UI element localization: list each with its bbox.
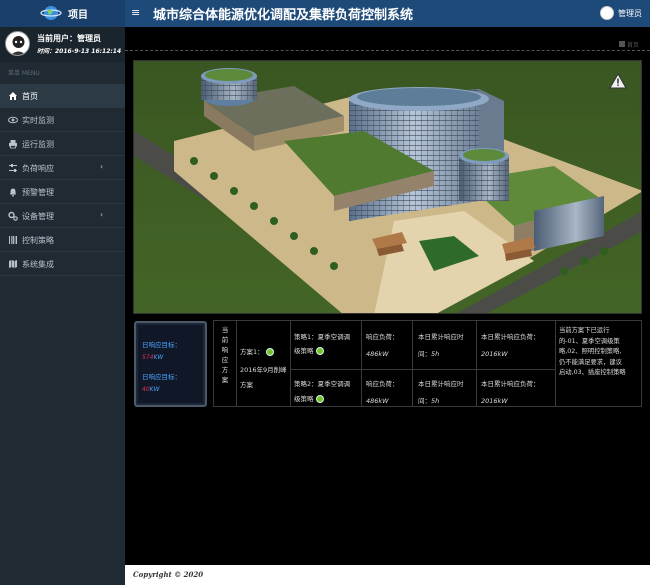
plan-name: 方案1： <box>240 346 274 358</box>
eye-icon <box>8 116 18 124</box>
response-value: 40KW <box>142 386 160 393</box>
strategy-2-name-2: 级策略 <box>294 393 324 405</box>
strategy-1-load-label: 响应负荷： <box>366 333 399 341</box>
plan-type: 方案 <box>240 381 253 389</box>
strategy-1-load-value: 486kW <box>366 350 389 358</box>
warning-icon[interactable] <box>609 73 627 89</box>
sidebar-item-alerts[interactable]: 预警管理 <box>0 180 125 204</box>
sidebar-item-label: 预警管理 <box>22 188 54 197</box>
sidebar-item-realtime[interactable]: 实时监测 <box>0 108 125 132</box>
sidebar-item-control-strategy[interactable]: 控制策略 <box>0 228 125 252</box>
response-target-panel: 日响应目标： 574KW 日响应目标： 40KW <box>134 321 207 407</box>
sidebar-item-integration[interactable]: 系统集成 <box>0 252 125 276</box>
strategy-1-name-2: 级策略 <box>294 345 324 357</box>
copyright: Copyright © 2020 <box>133 570 204 579</box>
menu-header: 菜单 MENU <box>8 70 40 77</box>
breadcrumb-label: 首页 <box>627 42 640 49</box>
strategy-2-total-label: 本日累计响应负荷： <box>481 380 540 388</box>
bell-icon <box>10 188 16 197</box>
chevron-left-icon: ‹ <box>100 210 104 219</box>
brand[interactable]: 项目 <box>0 0 125 27</box>
sidebar-item-label: 首页 <box>22 92 38 101</box>
plan-date: 2016年9月削峰 <box>240 366 287 374</box>
status-dot-icon <box>265 348 274 356</box>
status-dot-icon <box>315 395 324 403</box>
printer-icon <box>9 140 17 149</box>
breadcrumb-divider <box>125 50 650 51</box>
sidebar-item-label: 实时监测 <box>22 116 54 125</box>
profile: 当前用户：管理员 时间：2016-9-13 16:12:14 <box>0 27 125 62</box>
strategy-1-total-label: 本日累计响应负荷： <box>481 333 540 341</box>
breadcrumb[interactable]: 首页 <box>619 40 639 49</box>
user-name: 管理员 <box>618 9 642 18</box>
current-user: 当前用户：管理员 <box>37 34 101 43</box>
footer: Copyright © 2020 <box>125 565 650 585</box>
sidebar-item-label: 设备管理 <box>22 212 54 221</box>
sidebar-menu: 首页 实时监测 运行监测 负荷响应 ‹ 预警管理 设备管理 ‹ 控制策略 系统集… <box>0 84 125 276</box>
chevron-left-icon: ‹ <box>100 162 104 171</box>
sidebar-item-load-response[interactable]: 负荷响应 ‹ <box>0 156 125 180</box>
avatar <box>600 6 614 20</box>
user-menu[interactable]: 管理员 <box>600 5 648 23</box>
strategy-2-load-label: 响应负荷： <box>366 380 399 388</box>
sidebar-item-operation[interactable]: 运行监测 <box>0 132 125 156</box>
strategy-2-name: 策略2：夏季空调调 <box>294 380 351 388</box>
plan-header: 当前响应方案 <box>221 326 229 384</box>
brand-label: 项目 <box>68 10 88 21</box>
building-model-image <box>134 61 641 313</box>
strategy-2-time-value: 间：5h <box>418 397 440 405</box>
strategy-1-time-value: 间：5h <box>418 350 440 358</box>
system-title: 城市综合体能源优化调配及集群负荷控制系统 <box>153 8 414 23</box>
sidebar-item-label: 运行监测 <box>22 140 54 149</box>
strategy-1-total-value: 2016kW <box>481 350 508 358</box>
strategy-1-time-label: 本日累计响应时 <box>418 333 464 341</box>
map-icon <box>9 260 17 268</box>
profile-avatar <box>5 31 30 56</box>
status-dot-icon <box>315 347 324 355</box>
globe-icon <box>40 6 62 20</box>
current-time: 时间：2016-9-13 16:12:14 <box>37 48 122 55</box>
strategy-2-load-value: 486kW <box>366 397 389 405</box>
top-bar: 项目 ≡ 城市综合体能源优化调配及集群负荷控制系统 管理员 <box>0 0 650 27</box>
building-3d-view <box>133 60 642 314</box>
barcode-icon <box>9 236 17 244</box>
home-icon <box>9 92 17 100</box>
strategy-2-time-label: 本日累计响应时 <box>418 380 464 388</box>
sliders-icon <box>9 164 17 172</box>
strategy-2-total-value: 2016kW <box>481 397 508 405</box>
target-value: 574KW <box>142 354 164 361</box>
target-label: 日响应目标： <box>142 341 181 349</box>
strategy-1-name: 策略1：夏季空调调 <box>294 333 351 341</box>
sidebar-item-label: 系统集成 <box>22 260 54 269</box>
sidebar-item-label: 控制策略 <box>22 236 54 245</box>
sidebar-item-home[interactable]: 首页 <box>0 84 125 108</box>
recommendation-note: 当前方案下已运行 的-01、夏季空调级策 略,02、照明控制策略, 仍不能满足要… <box>559 327 626 376</box>
sidebar-item-devices[interactable]: 设备管理 ‹ <box>0 204 125 228</box>
home-icon <box>619 41 625 47</box>
sidebar: 当前用户：管理员 时间：2016-9-13 16:12:14 菜单 MENU 首… <box>0 27 125 585</box>
response-plan-table: 当前响应方案 方案1： 2016年9月削峰 方案 策略1：夏季空调调 级策略 响… <box>213 320 642 407</box>
gears-icon <box>8 211 18 221</box>
response-label: 日响应目标： <box>142 373 181 381</box>
sidebar-item-label: 负荷响应 <box>22 164 54 173</box>
menu-toggle-button[interactable]: ≡ <box>131 6 140 19</box>
